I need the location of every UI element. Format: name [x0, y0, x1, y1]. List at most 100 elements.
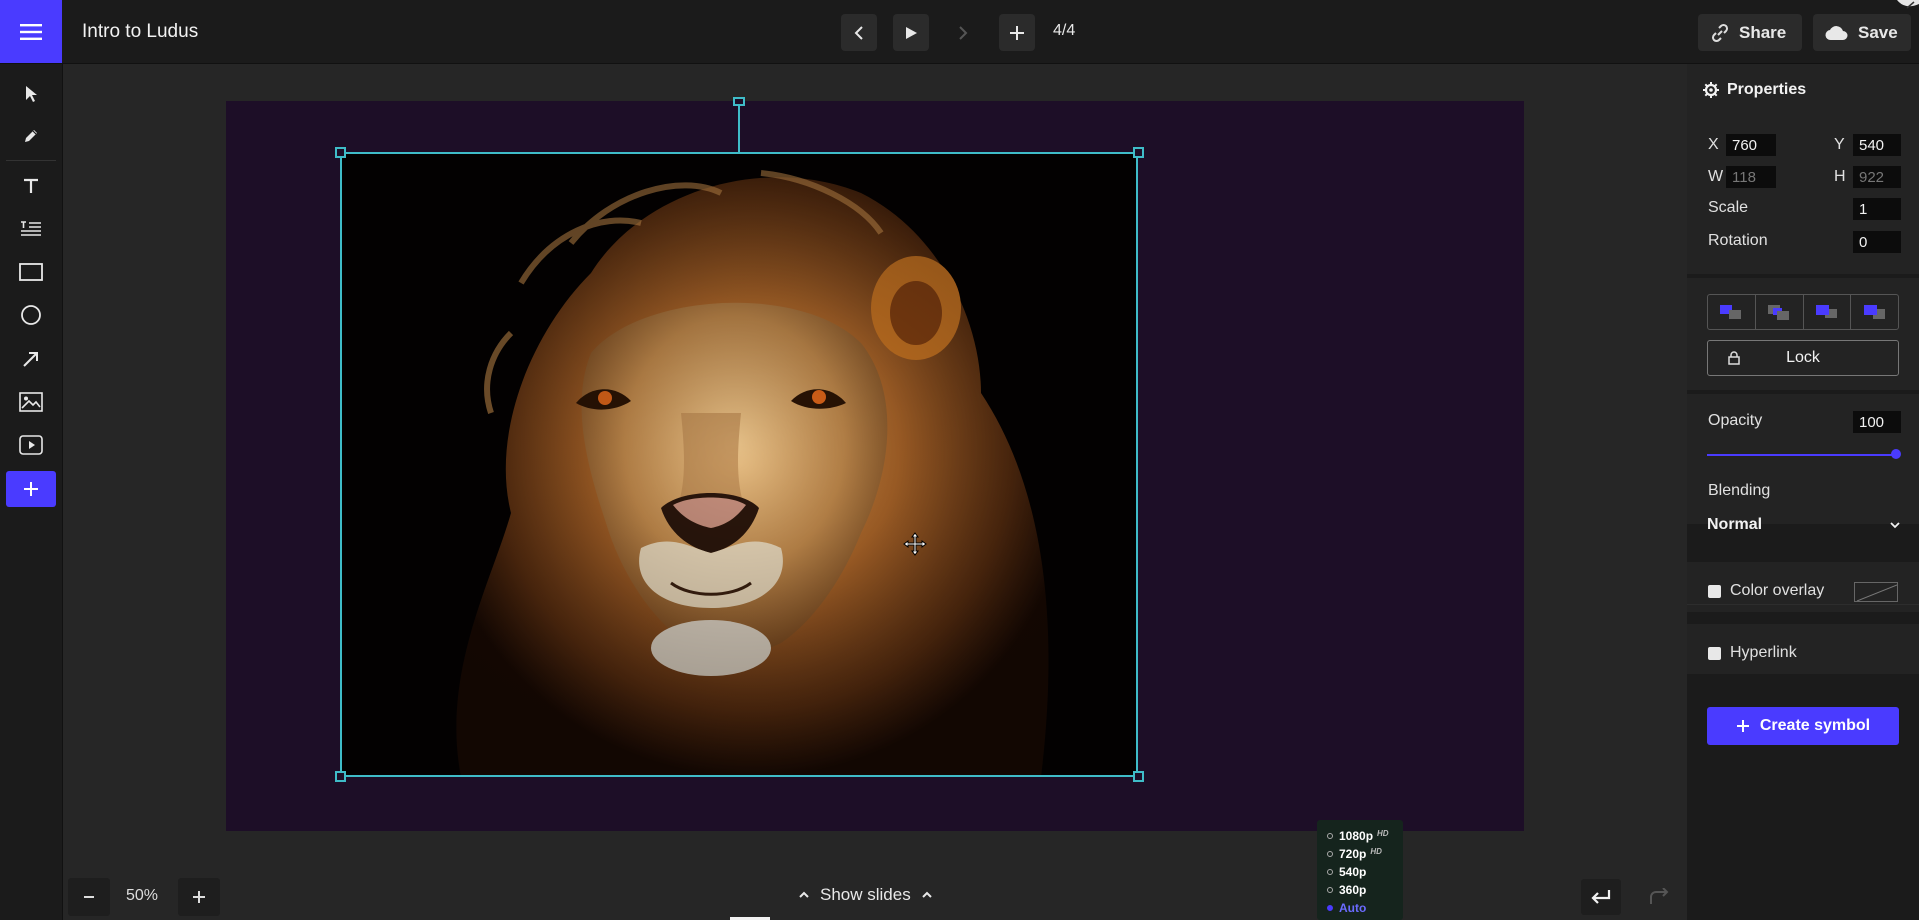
radio-dot-icon [1327, 833, 1333, 839]
lock-button[interactable]: Lock [1707, 340, 1899, 376]
link-icon [1710, 23, 1730, 43]
undo-icon [1589, 888, 1613, 906]
properties-panel: Properties X Y W H Scale Rotation Lock O… [1687, 64, 1919, 920]
previous-slide-button[interactable] [841, 14, 877, 51]
quality-option[interactable]: Auto [1317, 899, 1403, 917]
rotation-label: Rotation [1708, 232, 1768, 249]
redo-icon [1647, 888, 1671, 906]
lock-icon [1728, 351, 1740, 365]
move-cursor-icon [903, 532, 927, 556]
bring-to-front-icon [1862, 303, 1888, 321]
create-symbol-label: Create symbol [1759, 717, 1871, 734]
pen-icon [22, 127, 40, 145]
quality-label: 360p [1339, 883, 1367, 897]
quality-option[interactable]: 360p [1317, 881, 1403, 899]
document-title[interactable]: Intro to Ludus [82, 21, 198, 43]
hd-badge: HD [1370, 847, 1382, 856]
create-symbol-button[interactable]: Create symbol [1707, 707, 1899, 745]
bring-forward-button[interactable] [1804, 295, 1852, 329]
play-button[interactable] [893, 14, 929, 51]
minus-icon [83, 891, 95, 903]
zoom-level: 50% [126, 887, 159, 904]
radio-dot-icon [1327, 887, 1333, 893]
x-input[interactable] [1726, 134, 1776, 156]
layer-order-group [1707, 294, 1899, 330]
send-to-back-button[interactable] [1708, 295, 1756, 329]
text-tool[interactable] [6, 168, 56, 204]
blending-select[interactable]: Normal [1707, 511, 1901, 539]
quality-option[interactable]: 1080p HD [1317, 827, 1403, 845]
video-icon [19, 435, 43, 455]
blending-label: Blending [1708, 482, 1771, 499]
select-tool[interactable] [6, 76, 56, 112]
color-overlay-swatch[interactable] [1854, 582, 1898, 602]
h-input[interactable] [1853, 166, 1901, 188]
scale-label: Scale [1708, 199, 1749, 216]
ellipse-icon [20, 304, 42, 326]
resize-handle-bottom-right[interactable] [1133, 771, 1144, 782]
text-icon [22, 177, 40, 195]
top-bar: Intro to Ludus 4/4 Share Save [0, 0, 1919, 64]
video-tool[interactable] [6, 427, 56, 463]
color-overlay-label: Color overlay [1730, 582, 1825, 599]
send-to-back-icon [1718, 303, 1744, 321]
redo-button[interactable] [1639, 879, 1679, 915]
properties-title: Properties [1727, 81, 1807, 98]
save-button[interactable]: Save [1813, 14, 1911, 51]
quality-label: 1080p [1339, 829, 1374, 843]
pen-tool[interactable] [6, 118, 56, 154]
chevron-right-icon [957, 25, 969, 41]
paragraph-icon [20, 220, 42, 238]
image-tool[interactable] [6, 384, 56, 420]
quality-option[interactable]: 720p HD [1317, 845, 1403, 863]
color-overlay-checkbox[interactable] [1708, 585, 1721, 598]
rotation-input[interactable] [1853, 231, 1901, 253]
hyperlink-checkbox[interactable] [1708, 647, 1721, 660]
w-input[interactable] [1726, 166, 1776, 188]
opacity-slider-thumb[interactable] [1891, 449, 1901, 459]
undo-button[interactable] [1581, 879, 1621, 915]
opacity-input[interactable] [1853, 411, 1901, 433]
add-slide-button[interactable] [999, 14, 1035, 51]
menu-button[interactable] [0, 0, 62, 63]
chevron-down-icon [1889, 520, 1901, 530]
lock-label: Lock [1786, 349, 1820, 366]
y-input[interactable] [1853, 134, 1901, 156]
add-element-button[interactable] [6, 471, 56, 507]
radio-dot-icon [1327, 851, 1333, 857]
play-icon [904, 26, 918, 40]
ellipse-tool[interactable] [6, 297, 56, 333]
arrow-tool[interactable] [6, 341, 56, 377]
quality-option[interactable]: 540p [1317, 863, 1403, 881]
resize-handle-top-right[interactable] [1133, 147, 1144, 158]
show-slides-label: Show slides [820, 885, 911, 904]
rectangle-tool[interactable] [6, 254, 56, 290]
plus-icon [192, 890, 206, 904]
send-backward-button[interactable] [1756, 295, 1804, 329]
cloud-icon [1825, 25, 1849, 41]
quality-label: 720p [1339, 847, 1367, 861]
arrow-icon [22, 350, 40, 368]
toolbar-divider [6, 160, 56, 161]
paragraph-tool[interactable] [6, 211, 56, 247]
corner-arrow-icon [1883, 0, 1919, 14]
video-quality-menu: 1080p HD 720p HD 540p 360p Auto [1317, 820, 1403, 920]
scale-input[interactable] [1853, 198, 1901, 220]
lion-image[interactable] [341, 153, 1138, 777]
send-backward-icon [1766, 303, 1792, 321]
rotation-handle[interactable] [733, 97, 745, 106]
bring-to-front-button[interactable] [1851, 295, 1898, 329]
zoom-out-button[interactable] [68, 878, 110, 916]
next-slide-button[interactable] [945, 14, 981, 51]
share-button[interactable]: Share [1698, 14, 1802, 51]
image-icon [19, 392, 43, 412]
resize-handle-bottom-left[interactable] [335, 771, 346, 782]
show-slides-toggle[interactable]: Show slides [798, 880, 933, 910]
share-label: Share [1739, 22, 1787, 42]
opacity-slider[interactable] [1707, 454, 1896, 456]
plus-icon [23, 481, 39, 497]
h-label: H [1834, 168, 1846, 185]
hamburger-icon [20, 23, 42, 41]
zoom-in-button[interactable] [178, 878, 220, 916]
resize-handle-top-left[interactable] [335, 147, 346, 158]
